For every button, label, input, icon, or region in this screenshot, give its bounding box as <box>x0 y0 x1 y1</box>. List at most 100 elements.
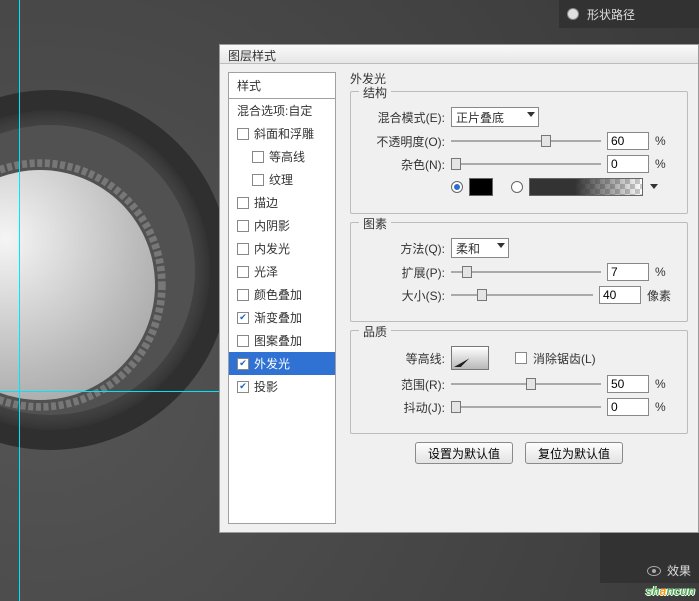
style-row[interactable]: 光泽 <box>229 260 335 283</box>
style-checkbox[interactable]: ✔ <box>237 358 249 370</box>
glow-gradient-picker[interactable] <box>529 178 643 196</box>
effect-settings-pane: 外发光 结构 混合模式(E): 正片叠底 不透明度(O): % 杂色(N): <box>336 64 698 532</box>
make-default-button[interactable]: 设置为默认值 <box>415 442 513 464</box>
style-row[interactable]: 纹理 <box>229 168 335 191</box>
jitter-label: 抖动(J): <box>363 399 445 416</box>
style-label: 等高线 <box>269 148 305 165</box>
contour-label: 等高线: <box>363 350 445 367</box>
contour-picker[interactable] <box>451 346 489 370</box>
style-row[interactable]: 内阴影 <box>229 214 335 237</box>
technique-select[interactable]: 柔和 <box>451 238 509 258</box>
layer-style-dialog: 图层样式 样式 混合选项:自定 斜面和浮雕等高线纹理描边内阴影内发光光泽颜色叠加… <box>219 44 699 533</box>
style-checkbox[interactable] <box>237 289 249 301</box>
tool-mode-label: 形状路径 <box>587 6 635 23</box>
chevron-down-icon <box>527 112 535 117</box>
blend-mode-select[interactable]: 正片叠底 <box>451 107 539 127</box>
style-checkbox[interactable]: ✔ <box>237 381 249 393</box>
style-row[interactable]: ✔ 渐变叠加 <box>229 306 335 329</box>
opacity-slider[interactable] <box>451 132 601 150</box>
style-label: 外发光 <box>254 355 290 372</box>
style-checkbox[interactable] <box>237 197 249 209</box>
opacity-input[interactable] <box>607 132 649 150</box>
color-radio[interactable] <box>451 181 463 193</box>
style-row[interactable]: 斜面和浮雕 <box>229 122 335 145</box>
style-checkbox[interactable] <box>237 266 249 278</box>
style-label: 投影 <box>254 378 278 395</box>
style-row[interactable]: ✔ 投影 <box>229 375 335 398</box>
opacity-label: 不透明度(O): <box>363 133 445 150</box>
antialias-label: 消除锯齿(L) <box>533 350 596 367</box>
noise-label: 杂色(N): <box>363 156 445 173</box>
range-slider[interactable] <box>451 375 601 393</box>
structure-label: 结构 <box>359 84 391 101</box>
spread-input[interactable] <box>607 263 649 281</box>
visibility-icon[interactable] <box>647 566 661 576</box>
style-label: 图案叠加 <box>254 332 302 349</box>
options-bar: 形状路径 <box>559 0 699 28</box>
spread-label: 扩展(P): <box>363 264 445 281</box>
quality-group: 品质 等高线: 消除锯齿(L) 范围(R): % 抖动(J): <box>350 330 688 434</box>
size-unit: 像素 <box>647 287 675 304</box>
range-input[interactable] <box>607 375 649 393</box>
size-label: 大小(S): <box>363 287 445 304</box>
style-checkbox[interactable] <box>237 220 249 232</box>
style-row[interactable]: 内发光 <box>229 237 335 260</box>
style-label: 渐变叠加 <box>254 309 302 326</box>
jitter-input[interactable] <box>607 398 649 416</box>
style-checkbox[interactable] <box>237 128 249 140</box>
elements-label: 图素 <box>359 215 391 232</box>
glow-color-swatch[interactable] <box>469 178 493 196</box>
style-row[interactable]: ✔ 外发光 <box>229 352 335 375</box>
spread-slider[interactable] <box>451 263 601 281</box>
noise-unit: % <box>655 157 675 171</box>
style-label: 斜面和浮雕 <box>254 125 314 142</box>
gear-teeth-icon <box>0 158 167 412</box>
style-row[interactable]: 颜色叠加 <box>229 283 335 306</box>
blending-options-row[interactable]: 混合选项:自定 <box>229 99 335 122</box>
opacity-unit: % <box>655 134 675 148</box>
style-label: 纹理 <box>269 171 293 188</box>
guide-vertical <box>19 0 20 601</box>
style-label: 描边 <box>254 194 278 211</box>
style-checkbox[interactable] <box>237 243 249 255</box>
reset-default-button[interactable]: 复位为默认值 <box>525 442 623 464</box>
gradient-radio[interactable] <box>511 181 523 193</box>
effect-title: 外发光 <box>350 70 688 87</box>
technique-label: 方法(Q): <box>363 240 445 257</box>
effects-label: 效果 <box>667 562 691 579</box>
gear-shape <box>0 170 155 400</box>
style-row[interactable]: 等高线 <box>229 145 335 168</box>
chevron-down-icon <box>497 243 505 248</box>
blend-mode-label: 混合模式(E): <box>363 109 445 126</box>
elements-group: 图素 方法(Q): 柔和 扩展(P): % 大小(S): 像素 <box>350 222 688 322</box>
range-unit: % <box>655 377 675 391</box>
spread-unit: % <box>655 265 675 279</box>
quality-label: 品质 <box>359 323 391 340</box>
style-label: 内阴影 <box>254 217 290 234</box>
watermark: shancun <box>646 578 695 601</box>
antialias-checkbox[interactable] <box>515 352 527 364</box>
noise-input[interactable] <box>607 155 649 173</box>
style-checkbox[interactable] <box>237 335 249 347</box>
style-label: 光泽 <box>254 263 278 280</box>
size-slider[interactable] <box>451 286 593 304</box>
chevron-down-icon <box>650 184 658 189</box>
style-checkbox[interactable]: ✔ <box>237 312 249 324</box>
range-label: 范围(R): <box>363 376 445 393</box>
style-checkbox[interactable] <box>252 151 264 163</box>
style-checkbox[interactable] <box>252 174 264 186</box>
jitter-unit: % <box>655 400 675 414</box>
noise-slider[interactable] <box>451 155 601 173</box>
dialog-title: 图层样式 <box>220 45 698 64</box>
jitter-slider[interactable] <box>451 398 601 416</box>
style-label: 内发光 <box>254 240 290 257</box>
layers-panel-stub: 效果 <box>600 533 699 583</box>
style-list: 样式 混合选项:自定 斜面和浮雕等高线纹理描边内阴影内发光光泽颜色叠加 ✔ 渐变叠加… <box>228 72 336 524</box>
style-row[interactable]: 图案叠加 <box>229 329 335 352</box>
fill-swatch-icon[interactable] <box>567 8 579 20</box>
structure-group: 结构 混合模式(E): 正片叠底 不透明度(O): % 杂色(N): % <box>350 91 688 214</box>
style-row[interactable]: 描边 <box>229 191 335 214</box>
size-input[interactable] <box>599 286 641 304</box>
style-list-header[interactable]: 样式 <box>229 73 335 99</box>
style-label: 颜色叠加 <box>254 286 302 303</box>
